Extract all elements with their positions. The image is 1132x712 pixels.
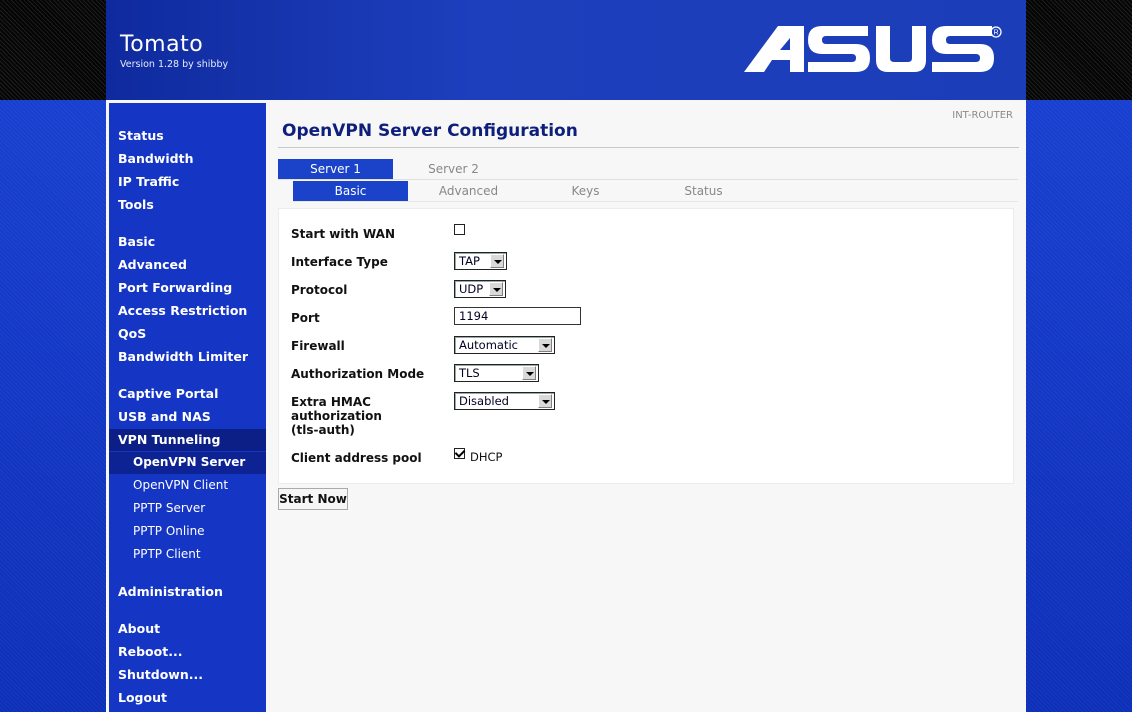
tab-status[interactable]: Status: [646, 181, 761, 201]
interface-type-label: Interface Type: [291, 255, 388, 269]
sidebar-item-port-forwarding[interactable]: Port Forwarding: [109, 277, 266, 299]
sidebar-item-bandwidth[interactable]: Bandwidth: [109, 148, 266, 170]
dhcp-label: DHCP: [470, 450, 503, 464]
server-tabs-divider: [278, 179, 1018, 180]
page-title: OpenVPN Server Configuration: [282, 121, 578, 141]
sidebar-item-qos[interactable]: QoS: [109, 323, 266, 345]
extra-hmac-label: Extra HMAC authorization (tls-auth): [291, 395, 382, 437]
sidebar-item-reboot[interactable]: Reboot...: [109, 641, 266, 663]
tab-advanced[interactable]: Advanced: [411, 181, 526, 201]
protocol-label: Protocol: [291, 283, 348, 297]
dropdown-arrow-icon: [538, 394, 552, 408]
sidebar: Status Bandwidth IP Traffic Tools Basic …: [109, 103, 266, 712]
app-title: Tomato: [120, 32, 204, 57]
start-with-wan-checkbox[interactable]: [454, 224, 465, 235]
port-label: Port: [291, 311, 320, 325]
content-area: INT-ROUTER OpenVPN Server Configuration …: [276, 100, 1026, 712]
interface-type-select[interactable]: TAP: [454, 252, 507, 270]
authorization-mode-label: Authorization Mode: [291, 367, 425, 381]
dropdown-arrow-icon: [490, 254, 504, 268]
sidebar-item-basic[interactable]: Basic: [109, 231, 266, 253]
tab-basic[interactable]: Basic: [293, 181, 408, 201]
tab-keys[interactable]: Keys: [528, 181, 643, 201]
server-tabs: Server 1 Server 2: [278, 159, 1018, 180]
protocol-select[interactable]: UDP: [454, 280, 506, 298]
svg-text:R: R: [994, 30, 999, 37]
sidebar-item-bandwidth-limiter[interactable]: Bandwidth Limiter: [109, 346, 266, 368]
sidebar-item-captive-portal[interactable]: Captive Portal: [109, 383, 266, 405]
section-tabs-divider: [293, 201, 1018, 202]
extra-hmac-select[interactable]: Disabled: [454, 392, 555, 410]
title-divider: [278, 147, 1019, 148]
sidebar-item-ip-traffic[interactable]: IP Traffic: [109, 171, 266, 193]
sidebar-item-shutdown[interactable]: Shutdown...: [109, 664, 266, 686]
authorization-mode-select[interactable]: TLS: [454, 364, 539, 382]
app-version: Version 1.28 by shibby: [120, 59, 229, 70]
router-name: INT-ROUTER: [952, 110, 1013, 121]
tab-server-1[interactable]: Server 1: [278, 159, 393, 179]
sidebar-subitem-openvpn-server[interactable]: OpenVPN Server: [109, 452, 266, 474]
start-with-wan-label: Start with WAN: [291, 227, 395, 241]
main-container: Status Bandwidth IP Traffic Tools Basic …: [106, 100, 1026, 712]
dropdown-arrow-icon: [522, 366, 536, 380]
asus-logo: R: [744, 26, 1002, 72]
dropdown-arrow-icon: [489, 282, 503, 296]
port-input[interactable]: 1194: [454, 307, 581, 325]
firewall-label: Firewall: [291, 339, 345, 353]
sidebar-item-tools[interactable]: Tools: [109, 194, 266, 216]
dropdown-arrow-icon: [538, 338, 552, 352]
section-tabs: Basic Advanced Keys Status: [293, 181, 1018, 202]
header-banner: Tomato Version 1.28 by shibby R: [106, 0, 1026, 100]
sidebar-item-access-restriction[interactable]: Access Restriction: [109, 300, 266, 322]
sidebar-item-vpn-tunneling[interactable]: VPN Tunneling: [109, 429, 266, 451]
sidebar-item-logout[interactable]: Logout: [109, 687, 266, 709]
sidebar-item-about[interactable]: About: [109, 618, 266, 640]
dhcp-checkbox[interactable]: [454, 448, 465, 459]
sidebar-item-usb-and-nas[interactable]: USB and NAS: [109, 406, 266, 428]
sidebar-subitem-pptp-online[interactable]: PPTP Online: [109, 521, 266, 543]
sidebar-subitem-pptp-client[interactable]: PPTP Client: [109, 544, 266, 566]
sidebar-item-status[interactable]: Status: [109, 125, 266, 147]
tab-server-2[interactable]: Server 2: [396, 159, 511, 179]
start-now-button[interactable]: Start Now: [278, 488, 348, 510]
client-address-pool-label: Client address pool: [291, 451, 422, 465]
sidebar-subitem-openvpn-client[interactable]: OpenVPN Client: [109, 475, 266, 497]
sidebar-item-administration[interactable]: Administration: [109, 581, 266, 603]
firewall-select[interactable]: Automatic: [454, 336, 555, 354]
settings-panel: Start with WAN Interface Type TAP Protoc…: [278, 208, 1014, 484]
sidebar-subitem-pptp-server[interactable]: PPTP Server: [109, 498, 266, 520]
sidebar-item-advanced[interactable]: Advanced: [109, 254, 266, 276]
